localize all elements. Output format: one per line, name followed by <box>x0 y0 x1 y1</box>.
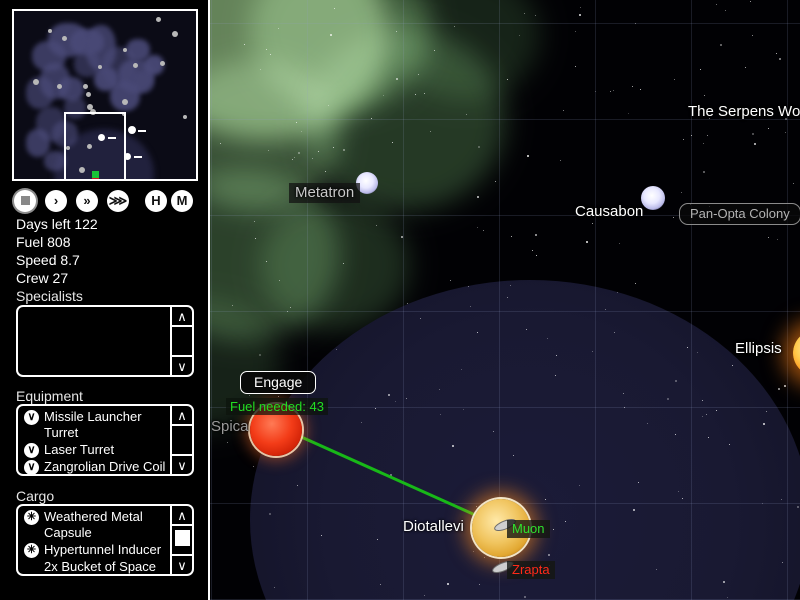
list-item[interactable]: ∨ Missile Launcher Turret <box>24 409 168 441</box>
minimap-nebula <box>26 77 54 109</box>
cargo-heading: Cargo <box>16 488 55 504</box>
minimap-nebula <box>44 151 66 171</box>
minimap-star <box>33 79 39 85</box>
minimap-star <box>86 92 91 97</box>
minimap-star <box>156 17 161 22</box>
stat-crew: Crew 27 <box>16 270 69 286</box>
cargo-listbox[interactable]: ✳ Weathered Metal Capsule ✳ Hypertunnel … <box>16 504 194 576</box>
label-diotallevi[interactable]: Diotallevi <box>403 518 464 535</box>
minimap-ship-dash <box>138 130 146 132</box>
list-item-label: Zangrolian Drive Coil <box>44 459 166 474</box>
list-item-label: Laser Turret <box>44 442 115 457</box>
minimap-nebula <box>94 67 118 91</box>
equipment-list: ∨ Missile Launcher Turret ∨ Laser Turret… <box>24 409 168 474</box>
list-item-label: 2x Bucket of Space <box>44 559 157 574</box>
cargo-scrollbar[interactable]: ∧ ∨ <box>170 506 192 574</box>
chevron-down-icon: ∨ <box>24 443 39 458</box>
minimap-star <box>172 31 178 37</box>
list-item-label: Weathered Metal Capsule <box>44 509 143 540</box>
chevron-down-icon: ∨ <box>24 410 39 425</box>
label-serpens[interactable]: The Serpens Wo <box>688 103 800 120</box>
scroll-down-icon[interactable]: ∨ <box>172 454 192 474</box>
label-metatron[interactable]: Metatron <box>289 183 361 203</box>
label-spica[interactable]: Spica <box>211 418 249 435</box>
speed-3x-button[interactable]: ⋙ <box>107 190 129 212</box>
minimap-star <box>57 84 62 89</box>
hail-button[interactable]: H <box>145 190 167 212</box>
label-causabon[interactable]: Causabon <box>575 203 643 220</box>
asterisk-icon: ✳ <box>24 510 39 525</box>
list-item[interactable]: ✳ Hypertunnel Inducer <box>24 542 168 558</box>
scroll-up-icon[interactable]: ∧ <box>172 506 192 526</box>
ship-tag-zrapta[interactable]: Zrapta <box>507 561 555 579</box>
spacer-icon <box>24 560 39 574</box>
minimap-star <box>122 99 128 105</box>
specialists-listbox[interactable]: ∧ ∨ <box>16 305 194 377</box>
list-item-label: Missile Launcher Turret <box>44 409 142 440</box>
speed-2x-button[interactable]: » <box>76 190 98 212</box>
pan-opta-colony-button[interactable]: Pan-Opta Colony <box>679 203 800 225</box>
ship-tag-muon[interactable]: Muon <box>507 520 550 538</box>
stat-speed: Speed 8.7 <box>16 252 80 268</box>
galaxy-minimap[interactable] <box>12 9 198 181</box>
stat-days-left: Days left 122 <box>16 216 98 232</box>
list-item[interactable]: 2x Bucket of Space <box>24 559 168 574</box>
specialists-heading: Specialists <box>16 288 83 304</box>
minimap-star <box>98 65 102 69</box>
minimap-ship-dash <box>134 156 142 158</box>
list-item-label: Hypertunnel Inducer <box>44 542 162 557</box>
minimap-player-marker <box>92 171 99 178</box>
game-window: The Serpens Wo Metatron Causabon Ellipsi… <box>0 0 800 600</box>
asterisk-icon: ✳ <box>24 543 39 558</box>
scroll-down-icon[interactable]: ∨ <box>172 554 192 574</box>
scroll-up-icon[interactable]: ∧ <box>172 307 192 327</box>
minimap-star <box>123 48 127 52</box>
specialists-scrollbar[interactable]: ∧ ∨ <box>170 307 192 375</box>
minimap-star <box>48 29 52 33</box>
speed-stop-button[interactable] <box>14 190 36 212</box>
stop-icon <box>20 196 30 205</box>
fuel-needed-label: Fuel needed: 43 <box>226 398 328 415</box>
equipment-scrollbar[interactable]: ∧ ∨ <box>170 406 192 474</box>
equipment-heading: Equipment <box>16 388 83 404</box>
speed-1x-button[interactable]: › <box>45 190 67 212</box>
cargo-list: ✳ Weathered Metal Capsule ✳ Hypertunnel … <box>24 509 168 574</box>
minimap-star <box>183 115 187 119</box>
minimap-star <box>133 63 138 68</box>
scroll-up-icon[interactable]: ∧ <box>172 406 192 426</box>
speed-control-bar: › » ⋙ H M <box>14 188 199 214</box>
map-button[interactable]: M <box>171 190 193 212</box>
equipment-listbox[interactable]: ∨ Missile Launcher Turret ∨ Laser Turret… <box>16 404 194 476</box>
scroll-down-icon[interactable]: ∨ <box>172 355 192 375</box>
sidebar-panel: › » ⋙ H M Days left 122 Fuel 808 Speed 8… <box>0 0 210 600</box>
stat-fuel: Fuel 808 <box>16 234 71 250</box>
label-ellipsis[interactable]: Ellipsis <box>735 340 782 357</box>
minimap-ship-dash <box>108 137 116 139</box>
star-map[interactable]: The Serpens Wo Metatron Causabon Ellipsi… <box>210 0 800 600</box>
minimap-player-marker <box>92 178 99 179</box>
list-item[interactable]: ✳ Weathered Metal Capsule <box>24 509 168 541</box>
minimap-star <box>62 36 67 41</box>
minimap-star <box>160 61 165 66</box>
scrollbar-thumb[interactable] <box>175 530 190 546</box>
list-item[interactable]: ∨ Zangrolian Drive Coil <box>24 459 168 474</box>
minimap-ship-marker <box>124 153 131 160</box>
list-item[interactable]: ∨ Laser Turret <box>24 442 168 458</box>
minimap-ship-marker <box>128 126 136 134</box>
star-causabon[interactable] <box>641 186 665 210</box>
minimap-ship-marker <box>98 134 105 141</box>
engage-button[interactable]: Engage <box>240 371 317 394</box>
minimap-star <box>83 84 88 89</box>
chevron-down-icon: ∨ <box>24 460 39 474</box>
